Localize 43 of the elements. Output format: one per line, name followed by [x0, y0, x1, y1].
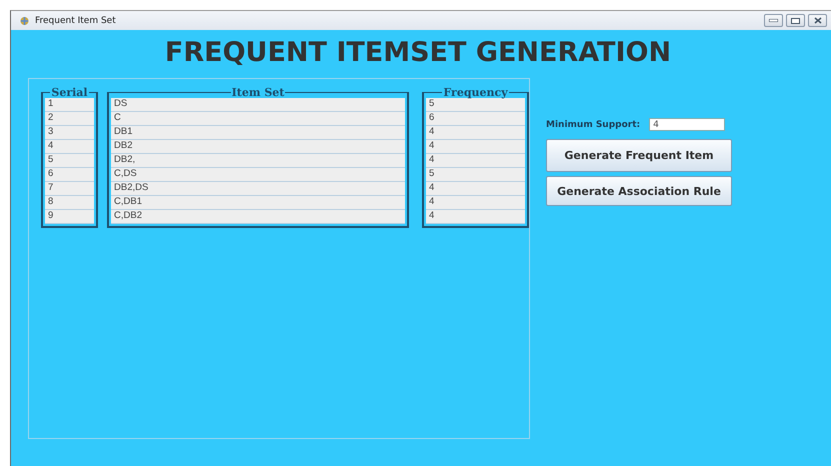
- list-item[interactable]: C: [111, 112, 405, 126]
- list-item[interactable]: 5: [426, 168, 525, 182]
- minimize-icon: [769, 19, 778, 22]
- page-heading: FREQUENT ITEMSET GENERATION: [164, 38, 672, 70]
- action-button[interactable]: Generate Association Rule: [546, 176, 732, 206]
- list-item[interactable]: 4: [426, 196, 525, 210]
- list-item[interactable]: 2: [45, 112, 94, 126]
- list-item[interactable]: 3: [45, 126, 94, 140]
- list-item[interactable]: DB2,DS: [111, 182, 405, 196]
- list-item[interactable]: DB2: [111, 140, 405, 154]
- action-button[interactable]: Generate Frequent Item: [546, 139, 732, 172]
- list-title: Serial: [50, 87, 89, 98]
- list-item[interactable]: 4: [426, 126, 525, 140]
- list-item[interactable]: C,DB2: [111, 210, 405, 224]
- close-button[interactable]: [808, 14, 827, 27]
- list-item[interactable]: 8: [45, 196, 94, 210]
- list-item[interactable]: DB2,: [111, 154, 405, 168]
- list-item[interactable]: 9: [45, 210, 94, 224]
- list-item[interactable]: 5: [426, 98, 525, 112]
- list-item[interactable]: DB1: [111, 126, 405, 140]
- list-item[interactable]: DS: [111, 98, 405, 112]
- list-item[interactable]: C,DB1: [111, 196, 405, 210]
- list-item[interactable]: 6: [426, 112, 525, 126]
- list-item[interactable]: 6: [45, 168, 94, 182]
- minimum-support-field[interactable]: 4: [649, 118, 726, 131]
- list-item[interactable]: 4: [426, 140, 525, 154]
- list-item[interactable]: 4: [426, 154, 525, 168]
- minimize-button[interactable]: [764, 14, 783, 27]
- app-icon: [19, 16, 30, 26]
- list-title: Item Set: [230, 87, 286, 98]
- window-title: Frequent Item Set: [35, 16, 116, 26]
- list-item[interactable]: 1: [45, 98, 94, 112]
- maximize-button[interactable]: [786, 14, 805, 27]
- list-item[interactable]: 7: [45, 182, 94, 196]
- close-icon: [814, 17, 822, 24]
- list-item[interactable]: 4: [426, 210, 525, 224]
- list-item[interactable]: 4: [45, 140, 94, 154]
- list-item[interactable]: 5: [45, 154, 94, 168]
- list-title: Frequency: [442, 87, 509, 98]
- list-item[interactable]: 4: [426, 182, 525, 196]
- list-item[interactable]: C,DS: [111, 168, 405, 182]
- minimum-support-label: Minimum Support:: [546, 120, 640, 130]
- maximize-icon: [791, 18, 800, 24]
